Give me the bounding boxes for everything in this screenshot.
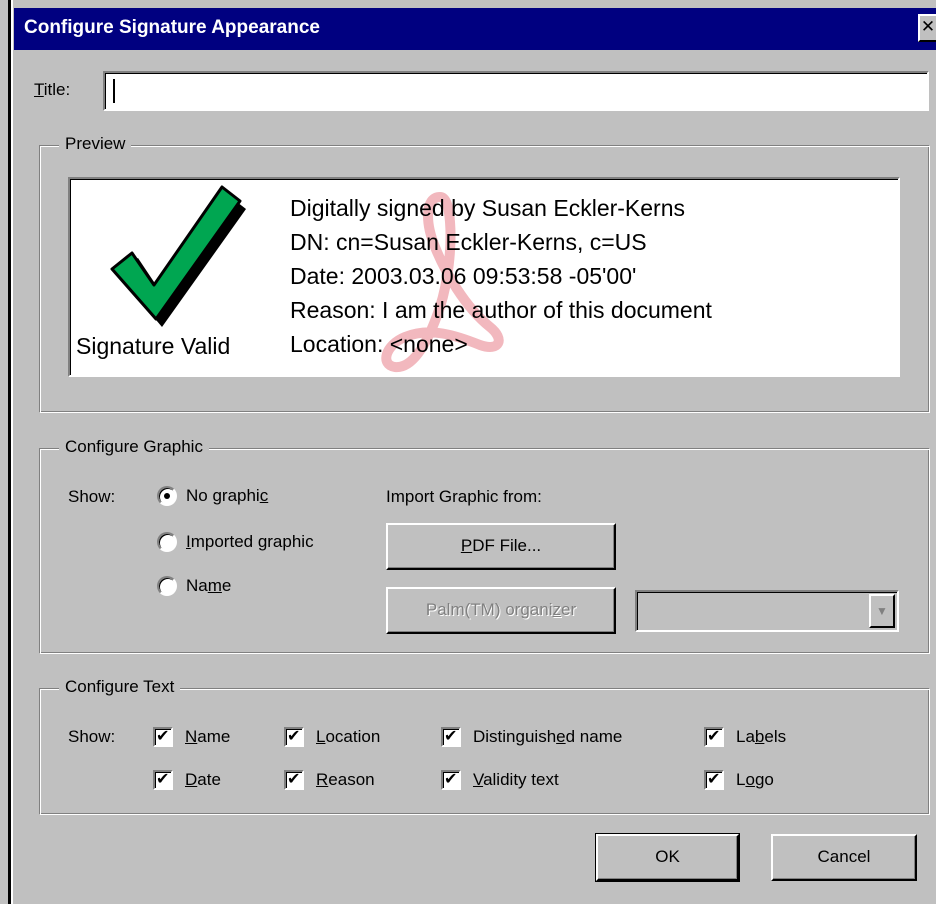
ok-button[interactable]: OK <box>595 833 740 882</box>
checkbox-label: Name <box>185 727 231 746</box>
palm-organizer-button[interactable]: Palm(TM) organizer <box>386 587 616 634</box>
text-caret <box>113 79 115 103</box>
check-reason[interactable]: Reason <box>284 768 414 794</box>
preview-line-date: Date: 2003.03.06 09:53:58 -05'00' <box>290 263 637 289</box>
check-distinguished-name[interactable]: Distinguished name <box>441 725 671 751</box>
configure-graphic-legend: Configure Graphic <box>59 437 209 457</box>
check-name[interactable]: Name <box>153 725 253 751</box>
close-button[interactable]: ✕ <box>918 14 936 42</box>
checkbox[interactable] <box>284 770 304 790</box>
signature-valid-caption: Signature Valid <box>76 333 231 359</box>
title-input[interactable] <box>103 71 929 111</box>
checkbox-label: Logo <box>736 770 774 789</box>
title-label: Title: <box>34 80 71 99</box>
import-graphic-label: Import Graphic from: <box>386 487 542 506</box>
check-mark-icon <box>110 185 246 327</box>
palm-organizer-select[interactable]: ▼ <box>635 590 899 632</box>
preview-legend: Preview <box>59 134 132 154</box>
radio-button[interactable] <box>157 576 177 596</box>
checkbox[interactable] <box>704 770 724 790</box>
preview-line-signed-by: Digitally signed by Susan Eckler-Kerns <box>290 195 686 221</box>
radio-name[interactable]: Name <box>157 574 267 600</box>
preview-line-location: Location: <none> <box>290 331 468 357</box>
checkbox[interactable] <box>153 770 173 790</box>
graphic-show-label: Show: <box>68 487 116 506</box>
checkbox-label: Reason <box>316 770 375 789</box>
checkbox-label: Distinguished name <box>473 727 623 746</box>
check-labels[interactable]: Labels <box>704 725 814 751</box>
cancel-button[interactable]: Cancel <box>771 834 917 881</box>
radio-button[interactable] <box>157 532 177 552</box>
check-location[interactable]: Location <box>284 725 414 751</box>
checkbox[interactable] <box>441 770 461 790</box>
checkbox[interactable] <box>704 727 724 747</box>
radio-label: Name <box>186 576 232 595</box>
signature-preview: Signature Valid Digitally signed by Susa… <box>68 177 900 377</box>
check-validity-text[interactable]: Validity text <box>441 768 671 794</box>
configure-text-legend: Configure Text <box>59 677 181 697</box>
text-show-label: Show: <box>68 727 116 746</box>
checkbox[interactable] <box>153 727 173 747</box>
checkbox-label: Validity text <box>473 770 559 789</box>
preview-line-dn: DN: cn=Susan Eckler-Kerns, c=US <box>290 229 647 255</box>
radio-button[interactable] <box>157 486 177 506</box>
checkbox-label: Location <box>316 727 381 746</box>
checkbox[interactable] <box>441 727 461 747</box>
title-bar: Configure Signature Appearance ✕ <box>14 8 936 50</box>
radio-label: No graphic <box>186 486 269 505</box>
check-logo[interactable]: Logo <box>704 768 814 794</box>
configure-text-group <box>39 688 930 815</box>
radio-label: Imported graphic <box>186 532 314 551</box>
radio-no-graphic[interactable]: No graphic <box>157 484 307 510</box>
dropdown-arrow-icon[interactable]: ▼ <box>869 594 895 628</box>
close-icon: ✕ <box>920 17 936 36</box>
checkbox-label: Date <box>185 770 221 789</box>
pdf-file-button[interactable]: PDF File... <box>386 523 616 570</box>
checkbox-label: Labels <box>736 727 787 746</box>
window-frame-highlight <box>11 0 13 904</box>
check-date[interactable]: Date <box>153 768 253 794</box>
preview-line-reason: Reason: I am the author of this document <box>290 297 712 323</box>
window-title: Configure Signature Appearance <box>24 17 320 38</box>
radio-imported-graphic[interactable]: Imported graphic <box>157 530 357 556</box>
checkbox[interactable] <box>284 727 304 747</box>
